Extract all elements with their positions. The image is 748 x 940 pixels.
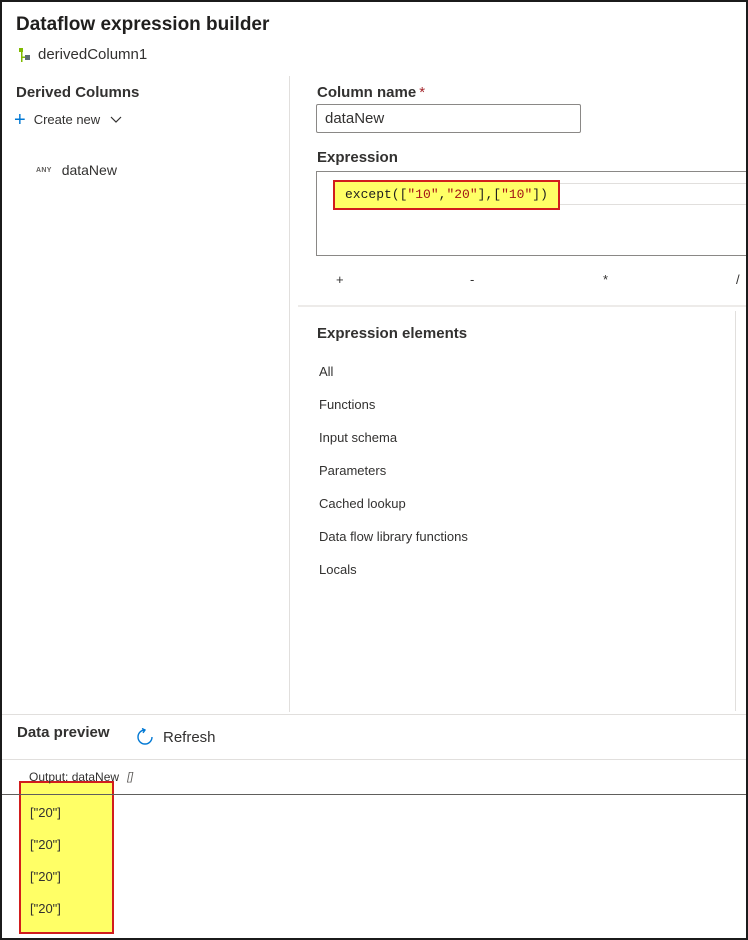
toolbar-divider (298, 305, 746, 307)
column-name-input[interactable] (316, 104, 581, 133)
element-item-parameters[interactable]: Parameters (319, 463, 386, 478)
element-item-library-functions[interactable]: Data flow library functions (319, 529, 468, 544)
derived-column-item[interactable]: ANY dataNew (36, 162, 117, 178)
derived-columns-heading: Derived Columns (16, 84, 140, 101)
output-row: ["20"] (30, 837, 61, 852)
section-divider (2, 714, 746, 715)
divide-operator-button[interactable]: / (736, 272, 740, 287)
output-header-line (2, 794, 746, 795)
expression-elements-heading: Expression elements (317, 325, 468, 342)
output-column-name: Output: dataNew (29, 770, 120, 784)
editor-pane: Column name* Expression except(["10","20… (298, 76, 746, 712)
column-name-label: Column name * (317, 84, 425, 101)
output-column-header[interactable]: Output: dataNew [] (29, 770, 133, 784)
expression-builder-window: Dataflow expression builder derivedColum… (0, 0, 748, 940)
derived-column-icon (19, 47, 30, 62)
refresh-button[interactable]: Refresh (136, 728, 216, 746)
required-mark: * (419, 84, 426, 101)
code-punct: ]) (532, 187, 548, 202)
code-string: "10" (407, 187, 439, 202)
create-new-button[interactable]: + Create new (14, 108, 122, 131)
element-item-input-schema[interactable]: Input schema (319, 430, 397, 445)
code-string: "10" (501, 187, 533, 202)
preview-divider (2, 759, 746, 760)
element-item-cached-lookup[interactable]: Cached lookup (319, 496, 406, 511)
column-item-label: dataNew (61, 162, 117, 178)
element-item-all[interactable]: All (319, 364, 333, 379)
code-punct: ],[ (477, 187, 502, 202)
expression-label: Expression (317, 149, 398, 166)
code-string: "20" (446, 187, 478, 202)
element-item-locals[interactable]: Locals (319, 562, 357, 577)
code-function: except([ (345, 187, 408, 202)
column-name-label-text: Column name (317, 84, 417, 101)
output-row: ["20"] (30, 805, 61, 820)
create-new-label: Create new (33, 112, 101, 127)
refresh-label: Refresh (163, 728, 216, 746)
expression-elements-pane: Expression elements All Functions Input … (298, 311, 736, 711)
refresh-icon (137, 728, 153, 745)
derived-columns-pane: Derived Columns + Create new ANY dataNew (2, 76, 290, 712)
chevron-down-icon[interactable] (110, 116, 122, 124)
transformation-name: derivedColumn1 (18, 46, 147, 63)
output-row: ["20"] (30, 901, 61, 916)
subtitle-text: derivedColumn1 (38, 46, 148, 63)
output-row: ["20"] (30, 869, 61, 884)
operator-toolbar: + - * / (298, 272, 746, 292)
plus-icon: + (14, 108, 26, 131)
data-preview-title: Data preview (17, 724, 110, 741)
array-type-icon: [] (127, 771, 134, 783)
type-badge: ANY (36, 166, 52, 174)
element-item-functions[interactable]: Functions (319, 397, 375, 412)
multiply-operator-button[interactable]: * (603, 272, 608, 287)
page-title: Dataflow expression builder (16, 14, 270, 35)
expression-code-highlight[interactable]: except(["10","20"],["10"]) (333, 180, 560, 210)
minus-operator-button[interactable]: - (470, 272, 474, 287)
plus-operator-button[interactable]: + (336, 272, 344, 287)
